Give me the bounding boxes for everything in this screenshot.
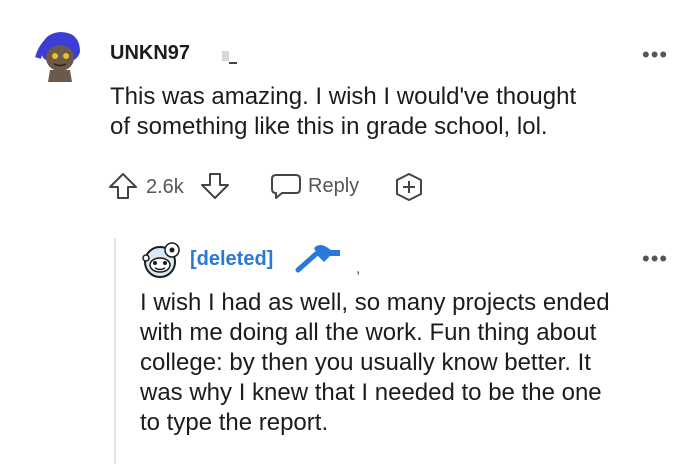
add-award-icon: [396, 173, 422, 201]
comment-body: This was amazing. I wish I would've thou…: [110, 82, 690, 142]
downvote-icon: [201, 173, 229, 199]
username[interactable]: [deleted]: [190, 248, 273, 271]
more-options-button[interactable]: •••: [642, 44, 668, 66]
comment-line: I wish I had as well, so many projects e…: [140, 289, 610, 316]
award-button[interactable]: [394, 172, 424, 202]
comment-line: with me doing all the work. Fun thing ab…: [140, 319, 597, 346]
downvote-button[interactable]: [200, 172, 230, 200]
chat-bubble-icon: [271, 174, 301, 199]
comment-line: to type the report.: [140, 409, 329, 436]
upvote-icon: [109, 173, 137, 199]
username[interactable]: UNKN97: [110, 42, 190, 65]
avatar[interactable]: [34, 24, 86, 84]
comment-body: I wish I had as well, so many projects e…: [140, 288, 690, 438]
comment-line: was why I knew that I needed to be the o…: [140, 379, 602, 406]
avatar-icon: [35, 32, 80, 82]
separator-comma: ,: [356, 260, 361, 277]
snoo-avatar-icon: [142, 242, 180, 278]
comment-2: [deleted] , ••• I wish I had as well, so…: [0, 230, 700, 464]
comment-line: of something like this in grade school, …: [110, 113, 548, 140]
more-options-button[interactable]: •••: [642, 248, 668, 270]
microphone-badge-icon: [294, 242, 344, 274]
vote-count: 2.6k: [146, 176, 184, 199]
reply-button[interactable]: Reply: [270, 172, 359, 200]
vote-count-label: 2.6k: [146, 176, 184, 198]
comment-line: This was amazing. I wish I would've thou…: [110, 83, 577, 110]
upvote-button[interactable]: [108, 172, 138, 200]
comment-1: UNKN97 ••• This was amazing. I wish I wo…: [0, 0, 700, 230]
avatar[interactable]: [140, 240, 184, 280]
flair-icon: [220, 48, 242, 66]
reply-label: Reply: [308, 174, 360, 197]
comment-line: college: by then you usually know better…: [140, 349, 591, 376]
